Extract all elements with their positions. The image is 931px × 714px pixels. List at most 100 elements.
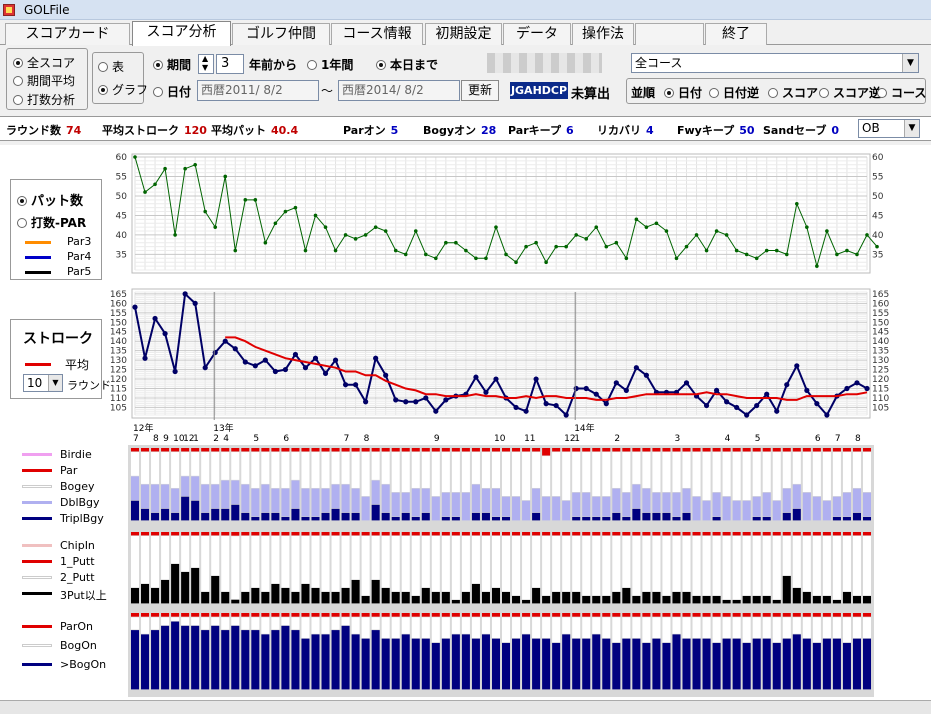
bar-segment [401,532,410,536]
radio-all-scores[interactable]: 全スコア [13,54,75,71]
data-point [172,368,178,375]
bar-segment [622,588,631,604]
radio-strokes-minus-par[interactable]: 打数-PAR [17,214,86,231]
radio-date[interactable]: 日付 [153,83,191,100]
bar-segment [491,588,500,604]
radio-sort-score-desc[interactable]: スコア逆 [819,84,881,101]
bar-segment [271,617,280,630]
bar-segment [471,452,480,484]
data-point [383,229,388,233]
ob-select[interactable]: OB ▼ [858,119,920,138]
bar-segment [451,516,460,521]
bar-segment [862,452,872,493]
bar-segment [722,600,731,604]
radio-table[interactable]: 表 [98,58,124,75]
bar-segment [130,630,140,690]
bar-segment [281,536,290,588]
bar-segment [271,613,280,617]
bar-segment [642,642,651,690]
bar-segment [151,512,160,521]
bar-segment [792,508,801,521]
tab-1[interactable]: スコア分析 [132,21,231,46]
bar-segment [441,448,450,452]
bar-segment [181,617,190,626]
chevron-down-icon[interactable]: ▼ [902,54,918,72]
tab-2[interactable]: ゴルフ仲間 [232,23,330,45]
radio-sort-date-desc[interactable]: 日付逆 [709,84,759,101]
bar-segment [712,532,721,536]
tab-8[interactable]: 終了 [705,23,767,45]
radio-graph[interactable]: グラフ [98,81,148,98]
legend-par5-line [25,271,51,274]
bar-segment [662,512,671,521]
data-point [212,349,218,356]
bar-segment [542,638,551,690]
radio-period-average[interactable]: 期間平均 [13,72,75,89]
y-tick-label-left: 145 [110,328,127,338]
bar-segment [421,448,430,452]
radio-sort-score[interactable]: スコア [768,84,818,101]
spin-up-icon[interactable]: ▲ [202,54,208,63]
data-point [133,155,137,159]
data-point [193,162,197,167]
bar-segment [291,617,300,630]
tab-7[interactable] [635,23,704,45]
data-point [464,248,468,253]
bar-segment [411,452,420,488]
data-point [283,209,288,214]
stat-label: Bogyオン [423,124,476,137]
bar-segment [481,448,490,452]
bar-segment [842,492,851,517]
course-select[interactable]: 全コース ▼ [631,53,919,73]
bar-segment [261,617,270,634]
bar-segment [191,476,200,501]
bar-segment [672,532,681,536]
year-label: 13年 [213,422,233,434]
tab-0[interactable]: スコアカード [5,23,130,45]
bar-segment [231,536,240,600]
date-from-field[interactable]: 西暦2011/ 8/2 [197,80,319,101]
data-point [353,237,358,241]
chevron-down-icon[interactable]: ▼ [48,375,62,391]
radio-one-year[interactable]: 1年間 [307,56,353,73]
bar-segment [732,448,741,452]
tab-6[interactable]: 操作法 [572,23,634,45]
bar-segment [692,596,701,604]
bar-segment [381,448,390,452]
legend-dist_legend-3-label: DblBgy [60,496,100,509]
radio-sort-course[interactable]: コース [877,84,926,101]
radio-stroke-analysis[interactable]: 打数分析 [13,91,75,108]
bar-segment [682,452,691,488]
period-spinner[interactable]: ▲ ▼ [198,54,214,74]
bar-segment [171,564,180,604]
stat-label: ラウンド数 [6,124,61,137]
tab-4[interactable]: 初期設定 [425,23,502,45]
bar-segment [802,592,811,604]
bar-segment [672,592,681,604]
date-to-field[interactable]: 西暦2014/ 8/2 [338,80,460,101]
chevron-down-icon[interactable]: ▼ [904,120,919,137]
radio-until-today[interactable]: 本日まで [376,56,438,73]
bar-segment [221,452,230,480]
rounds-select[interactable]: 10 ▼ [23,374,63,392]
bar-segment [451,452,460,493]
bar-segment [401,592,410,604]
bar-segment [291,613,300,617]
tab-3[interactable]: コース情報 [331,23,423,45]
radio-sort-date[interactable]: 日付 [664,84,702,101]
bar-segment [752,613,761,617]
update-button[interactable]: 更新 [461,80,499,101]
bar-segment [371,617,380,630]
tab-5[interactable]: データ [503,23,571,45]
bar-segment [632,536,641,596]
bar-segment [241,630,250,690]
spin-down-icon[interactable]: ▼ [202,63,208,72]
bar-segment [231,532,240,536]
period-value-field[interactable]: 3 [216,54,244,74]
radio-putt-count[interactable]: パット数 [17,190,83,209]
radio-period[interactable]: 期間 [153,56,191,73]
data-point [724,233,729,237]
bar-segment [211,576,220,604]
bar-segment [792,588,801,604]
bar-segment [602,613,611,617]
